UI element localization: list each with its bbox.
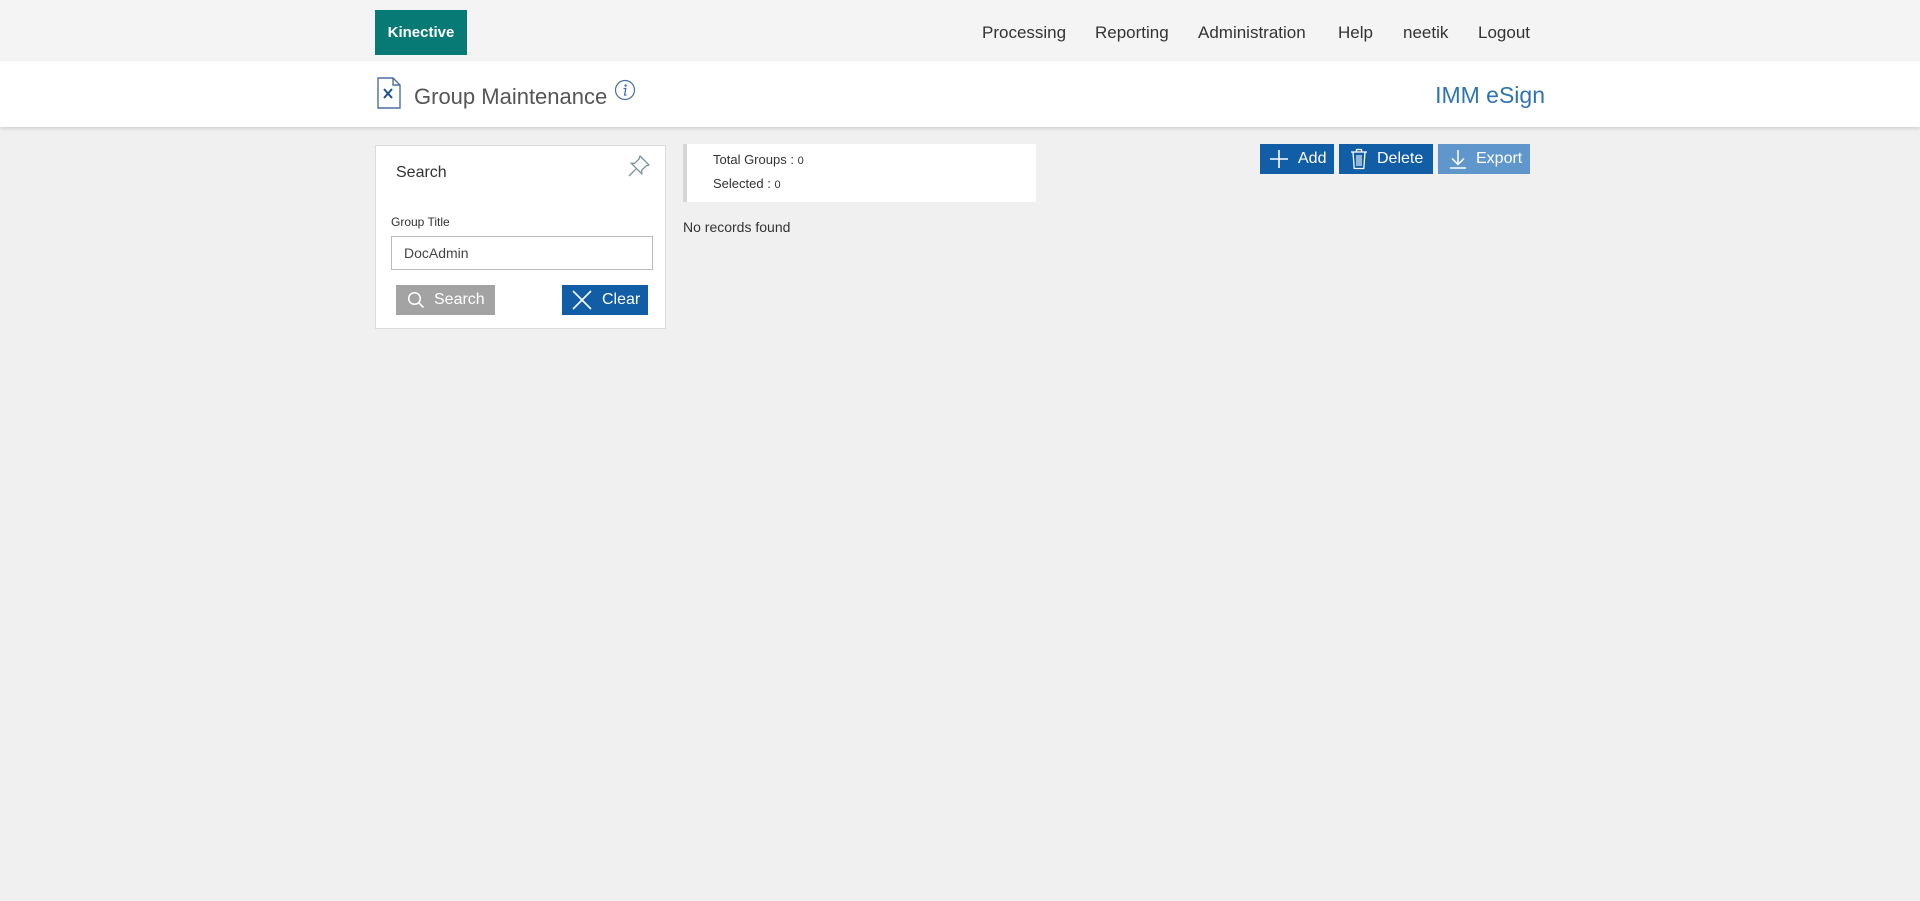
nav-processing[interactable]: Processing <box>982 23 1066 43</box>
no-records-message: No records found <box>683 219 791 235</box>
total-groups: Total Groups : 0 <box>713 152 804 167</box>
pin-icon[interactable] <box>626 153 652 184</box>
nav-logout[interactable]: Logout <box>1478 23 1530 43</box>
download-icon <box>1450 150 1466 169</box>
nav-user-neetik[interactable]: neetik <box>1403 23 1448 43</box>
selected-label: Selected : <box>713 176 771 191</box>
nav-help[interactable]: Help <box>1338 23 1373 43</box>
selected-value: 0 <box>774 179 781 191</box>
trash-icon <box>1351 148 1367 170</box>
search-panel-title: Search <box>396 164 447 181</box>
results-summary: Total Groups : 0 Selected : 0 <box>683 144 1036 202</box>
close-icon <box>572 290 592 310</box>
add-button[interactable]: Add <box>1260 144 1334 174</box>
search-button-label: Search <box>434 291 485 308</box>
total-groups-label: Total Groups : <box>713 152 794 167</box>
top-navigation-bar: Kinective Processing Reporting Administr… <box>0 0 1920 61</box>
nav-reporting[interactable]: Reporting <box>1095 23 1169 43</box>
group-title-label: Group Title <box>391 215 450 229</box>
search-button[interactable]: Search <box>396 285 495 315</box>
kinective-logo[interactable]: Kinective <box>375 10 467 55</box>
app-name: IMM eSign <box>1435 82 1545 108</box>
delete-button[interactable]: Delete <box>1339 144 1433 174</box>
nav-administration[interactable]: Administration <box>1198 23 1306 43</box>
page-header: Group Maintenance IMM eSign <box>0 61 1920 127</box>
document-x-icon <box>376 77 402 114</box>
clear-button-label: Clear <box>602 291 641 308</box>
export-button[interactable]: Export <box>1438 144 1530 174</box>
page-title: Group Maintenance <box>414 84 608 109</box>
delete-button-label: Delete <box>1377 150 1424 167</box>
plus-icon <box>1270 150 1288 168</box>
selected-count: Selected : 0 <box>713 176 781 191</box>
add-button-label: Add <box>1298 150 1327 167</box>
total-groups-value: 0 <box>797 155 804 167</box>
info-icon[interactable] <box>614 79 636 106</box>
search-icon <box>407 291 425 309</box>
export-button-label: Export <box>1476 150 1523 167</box>
search-panel: Search Group Title Search Clear <box>375 145 666 329</box>
group-title-input[interactable] <box>391 236 653 270</box>
clear-button[interactable]: Clear <box>562 285 648 315</box>
